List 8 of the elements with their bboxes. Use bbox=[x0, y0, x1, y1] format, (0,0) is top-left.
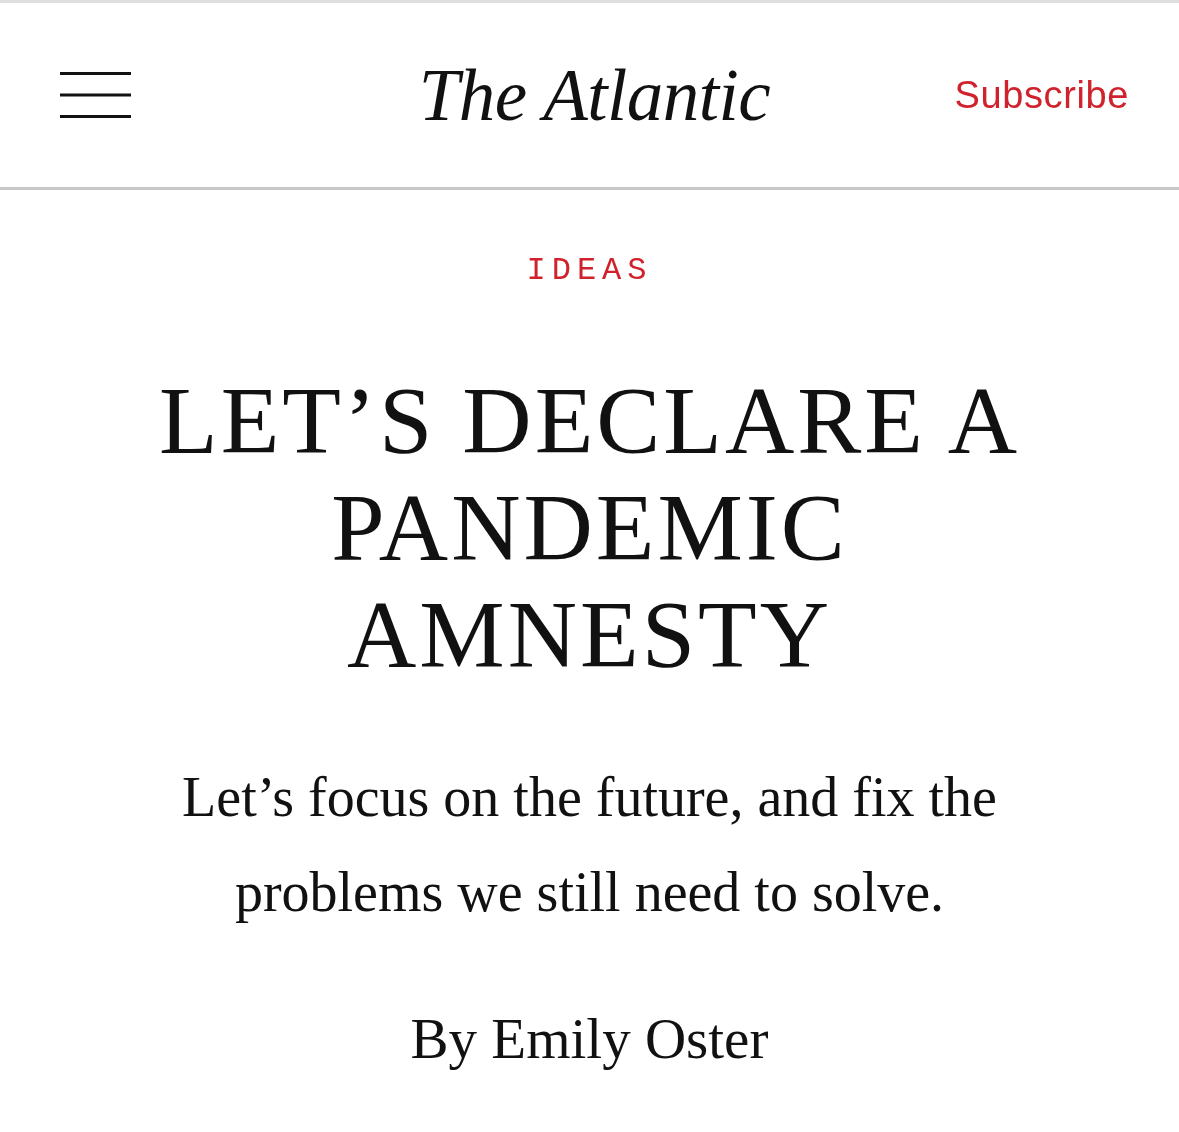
article-headline: LET’S DECLARE A PANDEMIC AMNESTY bbox=[158, 367, 1021, 688]
article-byline: By Emily Oster bbox=[410, 1008, 769, 1070]
menu-icon bbox=[60, 72, 131, 118]
article-subtitle: Let’s focus on the future, and fix the problems we still need to solve. bbox=[181, 765, 998, 925]
section-label[interactable]: IDEAS bbox=[526, 253, 653, 289]
menu-button[interactable] bbox=[60, 72, 131, 118]
subscribe-link[interactable]: Subscribe bbox=[954, 73, 1129, 117]
site-logo[interactable]: The Atlantic bbox=[418, 54, 771, 136]
